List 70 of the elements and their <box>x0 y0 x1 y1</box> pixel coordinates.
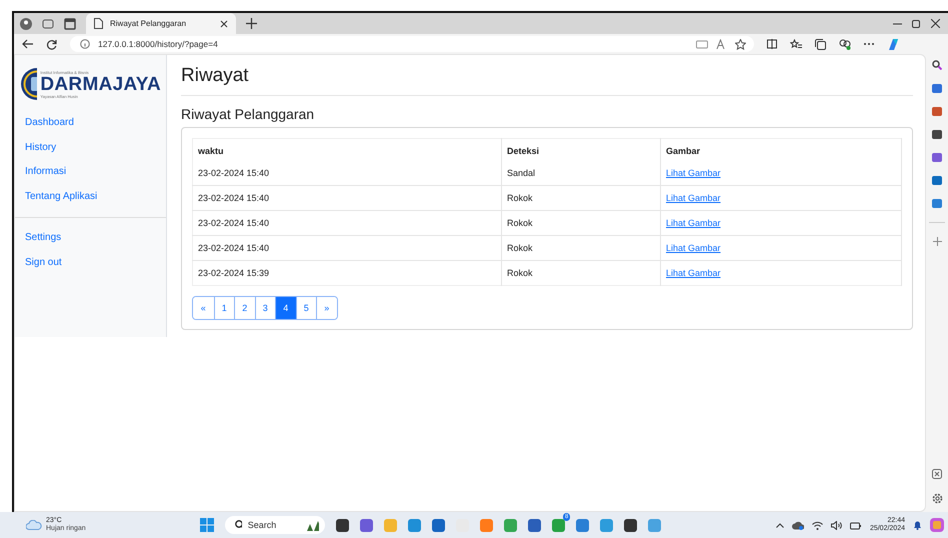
nav-link[interactable]: Tentang Aplikasi <box>15 184 166 209</box>
back-icon[interactable] <box>22 39 33 49</box>
view-image-link[interactable]: Lihat Gambar <box>666 193 721 203</box>
new-tab-icon[interactable] <box>246 18 257 29</box>
refresh-icon[interactable] <box>46 38 57 50</box>
view-image-link[interactable]: Lihat Gambar <box>666 268 721 278</box>
search-field[interactable]: Search <box>225 516 326 534</box>
nav-link[interactable]: Sign out <box>15 250 166 275</box>
table-cell: Sandal <box>502 161 660 186</box>
settings-icon[interactable] <box>932 493 942 504</box>
table-cell: 23-02-2024 15:40 <box>192 161 502 186</box>
address-field[interactable]: 127.0.0.1:8000/history/?page=4 <box>70 36 754 52</box>
page-icon <box>94 18 103 29</box>
table-cell: 23-02-2024 15:40 <box>192 186 502 210</box>
minimize-icon[interactable] <box>893 22 902 24</box>
bell-icon[interactable] <box>913 520 922 530</box>
sidebar-app-icon[interactable] <box>932 107 942 116</box>
battery-icon[interactable] <box>850 520 862 530</box>
view-image-link[interactable]: Lihat Gambar <box>666 218 721 228</box>
cloud-sync-icon[interactable] <box>792 520 804 530</box>
table-cell: 23-02-2024 15:40 <box>192 210 502 236</box>
start-icon[interactable] <box>200 518 214 532</box>
nav-link[interactable]: Informasi <box>15 160 166 184</box>
info-icon <box>80 39 90 49</box>
cloud-icon <box>26 520 42 530</box>
sidebar-app-icon[interactable] <box>932 176 942 185</box>
chat-app-icon[interactable] <box>552 518 566 532</box>
close-icon[interactable] <box>220 20 228 28</box>
search-icon <box>235 520 242 530</box>
table-cell: Rokok <box>502 236 660 260</box>
taskbar-app-icon[interactable] <box>432 518 446 532</box>
sidebar-app-icon[interactable] <box>932 153 942 162</box>
table-cell: 23-02-2024 15:40 <box>192 236 502 260</box>
search-field[interactable]: Search <box>248 520 298 530</box>
nav-link[interactable]: Settings <box>15 226 166 250</box>
add-icon[interactable] <box>932 237 942 246</box>
table-cell: 23-02-2024 15:39 <box>192 260 502 286</box>
page-button[interactable]: » <box>316 297 336 319</box>
nav-link[interactable]: Dashboard <box>15 111 166 136</box>
split-screen-icon[interactable] <box>767 39 777 49</box>
column-header: Deteksi <box>502 138 660 161</box>
hide-sidebar-icon[interactable] <box>932 469 942 479</box>
sidebar-app-icon[interactable] <box>932 84 942 93</box>
table-cell: Rokok <box>502 186 660 210</box>
restore-icon[interactable] <box>912 19 921 28</box>
taskbar-app-icon[interactable] <box>528 518 542 532</box>
sidebar-app-icon[interactable] <box>932 199 942 208</box>
view-image-link[interactable]: Lihat Gambar <box>666 168 721 178</box>
logo-name: DARMAJAYA <box>40 74 161 94</box>
star-icon[interactable] <box>735 38 746 50</box>
table-cell: Rokok <box>502 260 660 286</box>
nav-link[interactable]: History <box>15 136 166 160</box>
table-cell: Rokok <box>502 210 660 236</box>
speaker-icon[interactable] <box>830 520 842 530</box>
page-button[interactable]: 4 <box>275 297 296 319</box>
view-image-link[interactable]: Lihat Gambar <box>666 243 721 253</box>
close-icon[interactable] <box>931 19 940 28</box>
search-icon[interactable] <box>932 60 942 70</box>
chevron-up-icon[interactable] <box>776 522 784 528</box>
section-title: Riwayat Pelanggaran <box>181 106 316 122</box>
sidebar-app-icon[interactable] <box>932 130 942 139</box>
wifi-icon[interactable] <box>812 520 823 530</box>
page-title: Riwayat <box>181 65 250 87</box>
taskbar-app-icon[interactable] <box>336 518 350 532</box>
browser-tab[interactable]: Riwayat Pelanggaran <box>86 13 236 34</box>
favorites-icon[interactable] <box>790 38 802 50</box>
column-header: waktu <box>192 138 502 161</box>
profile-icon[interactable] <box>20 18 32 30</box>
taskbar-app-icon[interactable] <box>624 518 638 532</box>
column-header: Gambar <box>660 138 902 161</box>
